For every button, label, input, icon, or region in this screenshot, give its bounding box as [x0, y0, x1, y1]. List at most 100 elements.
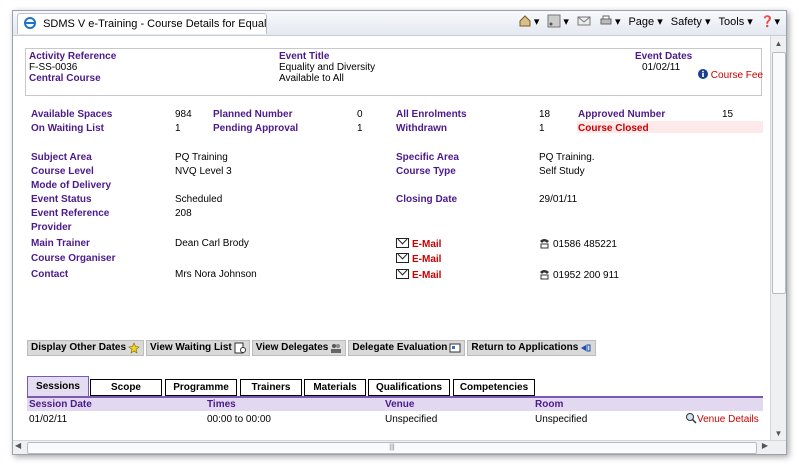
envelope-icon	[396, 269, 409, 279]
tab-materials[interactable]: Materials	[304, 379, 366, 396]
column-room: Room	[535, 399, 564, 410]
tab-trainers[interactable]: Trainers	[240, 379, 302, 396]
sessions-table-header: Session Date Times Venue Room	[27, 398, 763, 411]
table-row: 01/02/11 00:00 to 00:00 Unspecified Unsp…	[27, 412, 763, 427]
view-delegates-button[interactable]: View Delegates	[251, 340, 347, 356]
event-dates-label: Event Dates	[635, 51, 693, 62]
phone-icon	[540, 239, 549, 249]
page-menu[interactable]: Page ▾	[628, 15, 662, 28]
pending-approval-label: Pending Approval	[213, 123, 299, 134]
vertical-scroll-thumb[interactable]	[772, 52, 786, 294]
print-button[interactable]: ▾	[599, 14, 620, 28]
event-header-box: Activity Reference F-SS-0036 Central Cou…	[25, 48, 763, 96]
evaluation-icon	[449, 343, 461, 353]
envelope-icon	[396, 238, 409, 248]
availability-value: Available to All	[279, 73, 344, 84]
tab-competencies[interactable]: Competencies	[453, 379, 535, 396]
scroll-right-arrow[interactable]: ▶	[762, 441, 768, 450]
course-type-label: Course Type	[396, 166, 456, 177]
all-enrolments-label: All Enrolments	[396, 109, 467, 120]
withdrawn-label: Withdrawn	[396, 123, 448, 134]
contact-value: Mrs Nora Johnson	[175, 269, 257, 280]
browser-toolbar: SDMS V e-Training - Course Details for E…	[13, 11, 786, 36]
scroll-down-arrow[interactable]: ▼	[771, 426, 786, 441]
vertical-scrollbar[interactable]: ▲ ▼	[770, 36, 786, 441]
course-type-value: Self Study	[539, 166, 585, 177]
event-title-value: Equality and Diversity	[279, 62, 376, 73]
main-trainer-email-link[interactable]: E-Mail	[396, 238, 441, 250]
course-closed-status: Course Closed	[578, 123, 649, 134]
browser-tab[interactable]: SDMS V e-Training - Course Details for E…	[17, 13, 267, 34]
printer-icon	[600, 15, 612, 25]
planned-number-label: Planned Number	[213, 109, 293, 120]
browser-window: SDMS V e-Training - Course Details for E…	[12, 10, 787, 455]
event-status-label: Event Status	[31, 194, 92, 205]
course-fee-link[interactable]: Course Fee	[698, 69, 763, 81]
list-clock-icon	[234, 342, 246, 354]
course-level-value: NVQ Level 3	[175, 166, 232, 177]
planned-number-value: 0	[357, 109, 363, 120]
tab-qualifications[interactable]: Qualifications	[368, 379, 450, 396]
scroll-left-arrow[interactable]: ◀	[15, 441, 21, 450]
action-toolbar: Display Other Dates View Waiting List Vi…	[27, 340, 597, 356]
event-dates-value: 01/02/11	[642, 62, 681, 73]
delegate-evaluation-button[interactable]: Delegate Evaluation	[348, 340, 466, 356]
phone-icon	[540, 270, 549, 280]
subject-area-label: Subject Area	[31, 152, 92, 163]
withdrawn-value: 1	[539, 123, 545, 134]
session-room-cell: Unspecified	[535, 414, 588, 425]
detail-tabs: Sessions Scope Programme Trainers Materi…	[27, 376, 763, 398]
view-waiting-list-button[interactable]: View Waiting List	[146, 340, 250, 356]
safety-menu[interactable]: Safety ▾	[671, 15, 711, 28]
envelope-icon	[396, 253, 409, 263]
session-date-cell: 01/02/11	[29, 414, 68, 425]
home-icon	[519, 15, 531, 27]
closing-date-label: Closing Date	[396, 194, 458, 205]
column-session-date: Session Date	[29, 399, 92, 410]
home-button[interactable]: ▾	[518, 14, 539, 28]
main-trainer-value: Dean Carl Brody	[175, 238, 249, 249]
contact-phone: 01952 200 911	[539, 269, 619, 281]
ie-logo-icon	[24, 17, 36, 29]
feeds-button[interactable]: ▾	[547, 14, 569, 28]
available-spaces-label: Available Spaces	[31, 109, 113, 120]
main-trainer-label: Main Trainer	[31, 238, 90, 249]
event-status-value: Scheduled	[175, 194, 223, 205]
horizontal-scroll-thumb[interactable]: |||	[27, 442, 757, 454]
course-fee-label: Course Fee	[710, 70, 764, 81]
organiser-email-link[interactable]: E-Mail	[396, 253, 441, 265]
scroll-up-arrow[interactable]: ▲	[771, 36, 786, 51]
help-menu[interactable]: ❓▾	[761, 15, 780, 28]
specific-area-label: Specific Area	[396, 152, 459, 163]
available-spaces-value: 984	[175, 109, 192, 120]
tab-sessions[interactable]: Sessions	[27, 376, 89, 396]
contact-email-link[interactable]: E-Mail	[396, 269, 441, 281]
display-other-dates-button[interactable]: Display Other Dates	[27, 340, 145, 356]
venue-details-link[interactable]: Venue Details	[685, 412, 759, 425]
closing-date-value: 29/01/11	[539, 194, 578, 205]
subject-area-value: PQ Training	[175, 152, 228, 163]
main-trainer-phone: 01586 485221	[539, 238, 617, 250]
mode-of-delivery-label: Mode of Delivery	[31, 180, 112, 191]
contact-label: Contact	[31, 269, 69, 280]
tab-scope[interactable]: Scope	[90, 379, 162, 396]
command-bar: ▾ ▾ ▾ Page ▾ Safety ▾ Tools ▾ ❓▾	[518, 14, 780, 28]
return-arrow-icon	[581, 344, 591, 352]
horizontal-scrollbar[interactable]: ◀ ||| ▶	[13, 440, 786, 454]
event-reference-value: 208	[175, 208, 192, 219]
mail-icon	[577, 16, 591, 26]
provider-label: Provider	[31, 222, 72, 233]
tools-menu[interactable]: Tools ▾	[719, 15, 753, 28]
rss-icon	[547, 14, 561, 28]
tab-programme[interactable]: Programme	[165, 379, 237, 396]
read-mail-button[interactable]	[577, 14, 591, 28]
browser-tab-title: SDMS V e-Training - Course Details for E…	[43, 18, 267, 30]
return-to-applications-button[interactable]: Return to Applications	[467, 340, 597, 356]
column-venue: Venue	[385, 399, 415, 410]
info-icon	[698, 69, 708, 79]
session-venue-cell: Unspecified	[385, 414, 438, 425]
magnifier-icon	[686, 413, 697, 424]
approved-number-label: Approved Number	[578, 109, 666, 120]
page-content: Activity Reference F-SS-0036 Central Cou…	[13, 36, 770, 441]
all-enrolments-value: 18	[539, 109, 551, 120]
